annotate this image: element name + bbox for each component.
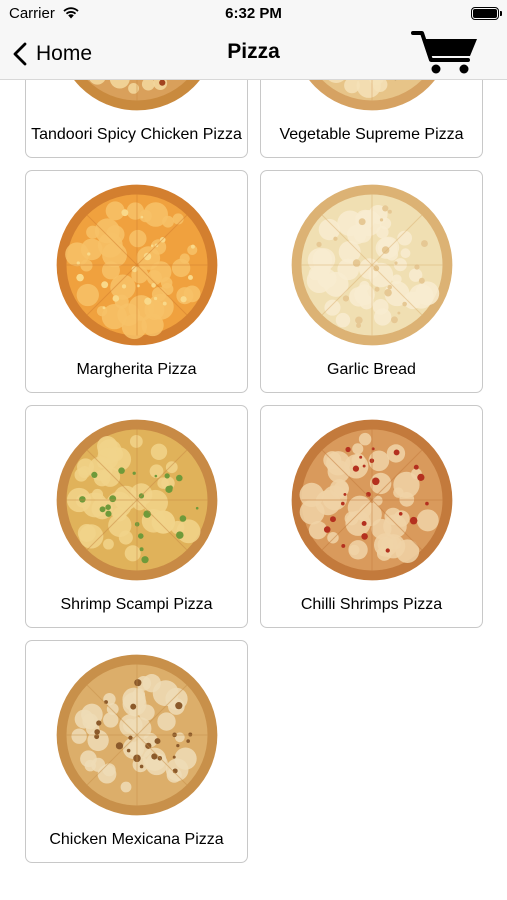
clock: 6:32 PM	[225, 5, 282, 22]
product-card[interactable]: Garlic Bread	[260, 170, 483, 393]
product-name: Shrimp Scampi Pizza	[60, 596, 213, 613]
navigation-bar: Home Pizza	[0, 28, 507, 80]
pizza-image	[56, 654, 217, 816]
back-button[interactable]: Home	[12, 40, 92, 68]
product-card[interactable]: Tandoori Spicy Chicken Pizza	[25, 80, 248, 158]
product-name: Chilli Shrimps Pizza	[300, 596, 443, 613]
pizza-image	[56, 184, 217, 346]
status-bar: Carrier 6:32 PM	[0, 0, 507, 28]
back-label: Home	[36, 42, 93, 65]
product-name: Tandoori Spicy Chicken Pizza	[31, 126, 242, 143]
chevron-left-icon	[13, 42, 27, 66]
product-name: Margherita Pizza	[76, 361, 197, 378]
product-name: Garlic Bread	[327, 361, 416, 378]
product-card[interactable]: Margherita Pizza	[25, 170, 248, 393]
product-grid: Tandoori Spicy Chicken Pizza Vegetable Su…	[25, 80, 483, 863]
pizza-image	[73, 80, 200, 111]
product-card[interactable]: Chicken Mexicana Pizza	[25, 640, 248, 863]
product-card[interactable]: Vegetable Supreme Pizza	[260, 80, 483, 158]
product-card[interactable]: Chilli Shrimps Pizza	[260, 405, 483, 628]
pizza-image	[291, 184, 452, 346]
pizza-image	[308, 80, 435, 111]
pizza-image	[291, 419, 452, 581]
product-card[interactable]: Shrimp Scampi Pizza	[25, 405, 248, 628]
pizza-image	[56, 419, 217, 581]
product-list[interactable]: Tandoori Spicy Chicken Pizza Vegetable Su…	[0, 80, 507, 900]
product-name: Vegetable Supreme Pizza	[279, 126, 464, 143]
product-name: Chicken Mexicana Pizza	[49, 831, 224, 848]
battery-icon	[471, 7, 502, 20]
shopping-cart-icon[interactable]	[410, 28, 482, 78]
